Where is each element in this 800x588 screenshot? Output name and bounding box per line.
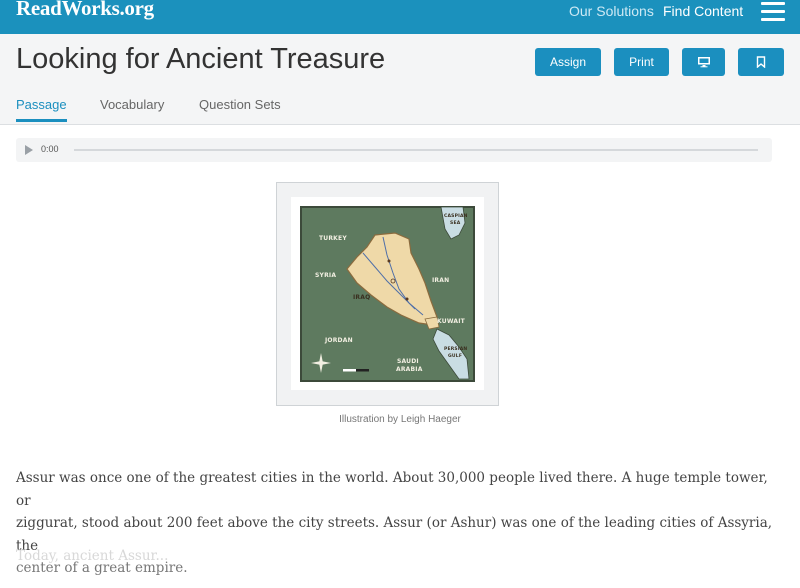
map-illustration: TURKEY SYRIA IRAQ IRAN JORDAN KUWAIT SAU…	[276, 182, 499, 406]
nav-find-content[interactable]: Find Content	[663, 3, 743, 19]
map-label-sea: SEA	[450, 221, 461, 226]
map-label-arabia: ARABIA	[396, 366, 423, 373]
audio-player: 0:00	[16, 138, 772, 162]
map-label-iran: IRAN	[432, 277, 450, 284]
map-image: TURKEY SYRIA IRAQ IRAN JORDAN KUWAIT SAU…	[291, 197, 484, 390]
monitor-icon	[697, 57, 710, 68]
hamburger-menu-icon[interactable]	[761, 2, 785, 22]
map-label-caspian: CASPIAN	[444, 214, 468, 219]
map-label-iraq: IRAQ	[353, 294, 371, 301]
present-button[interactable]	[682, 48, 725, 76]
map-label-jordan: JORDAN	[325, 337, 353, 344]
print-button[interactable]: Print	[614, 48, 669, 76]
audio-time: 0:00	[41, 144, 59, 154]
map-label-turkey: TURKEY	[319, 235, 347, 242]
top-navigation-bar: ReadWorks.org Our Solutions Find Content	[0, 0, 800, 34]
audio-progress-track[interactable]	[74, 149, 758, 151]
play-icon[interactable]	[25, 145, 33, 155]
tab-vocabulary[interactable]: Vocabulary	[100, 97, 164, 112]
bookmark-icon	[756, 56, 766, 68]
passage-faded-text: Today, ancient Assur...	[16, 548, 169, 564]
map-label-persian: PERSIAN	[444, 347, 468, 352]
figure-caption: Illustration by Leigh Haeger	[339, 414, 461, 425]
map-label-kuwait: KUWAIT	[437, 318, 465, 325]
readworks-logo[interactable]: ReadWorks.org	[16, 0, 154, 21]
map-label-syria: SYRIA	[315, 272, 337, 279]
article-header: Looking for Ancient Treasure Assign Prin…	[0, 34, 800, 125]
map-label-saudi: SAUDI	[397, 358, 419, 365]
nav-our-solutions[interactable]: Our Solutions	[569, 3, 654, 19]
passage-line: Assur was once one of the greatest citie…	[16, 470, 768, 509]
tab-question-sets[interactable]: Question Sets	[199, 97, 281, 112]
map-label-gulf: GULF	[448, 354, 463, 359]
page-title: Looking for Ancient Treasure	[16, 43, 386, 75]
tab-passage[interactable]: Passage	[16, 97, 67, 122]
assign-button[interactable]: Assign	[535, 48, 601, 76]
bookmark-button[interactable]	[738, 48, 784, 76]
